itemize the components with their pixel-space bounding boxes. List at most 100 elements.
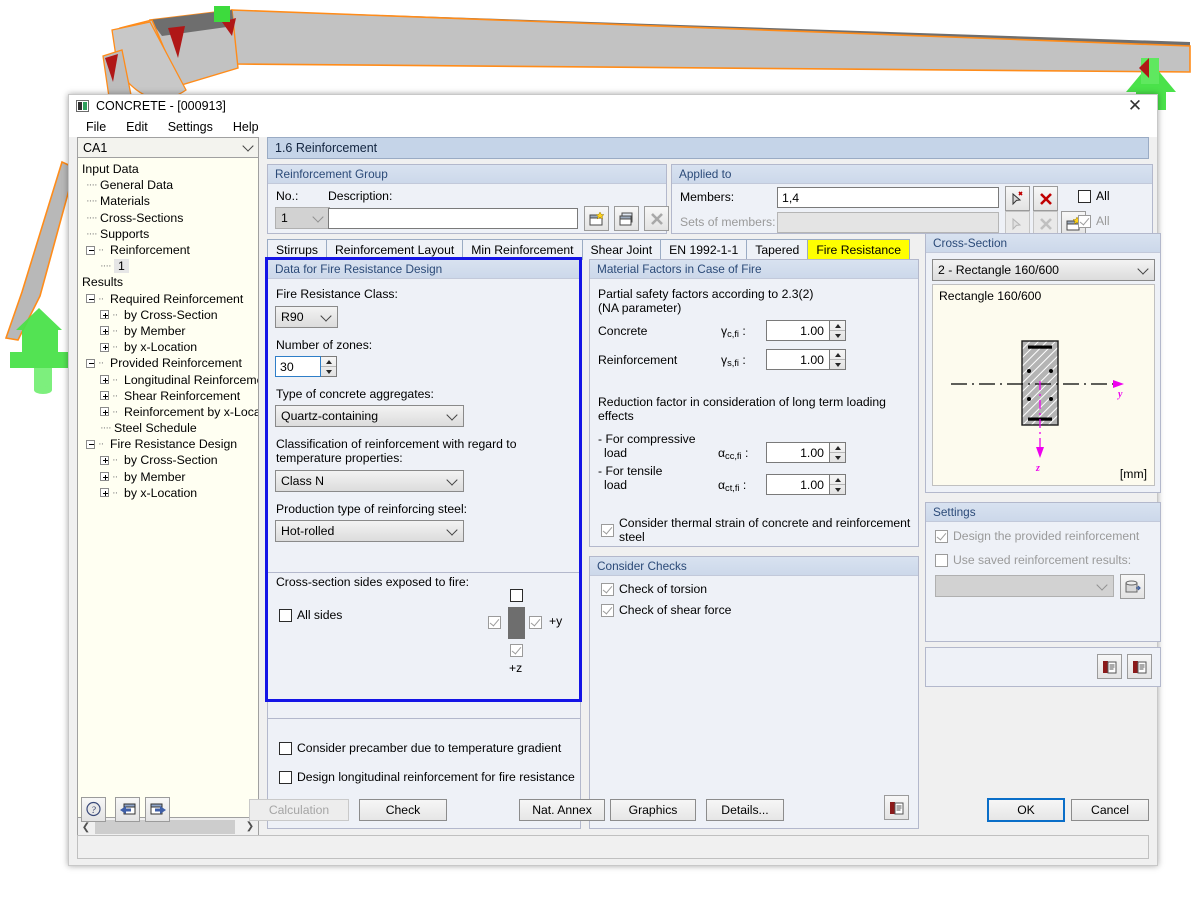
tab-fire-resistance[interactable]: Fire Resistance (807, 239, 910, 260)
sets-of-members-input[interactable] (777, 212, 999, 233)
fire-class-combo[interactable]: R90 (275, 306, 338, 328)
spin-down-icon[interactable] (830, 485, 845, 494)
pick-members-icon[interactable] (1005, 186, 1030, 211)
nav-tree-item[interactable]: ···· Supports (82, 226, 258, 242)
spin-up-icon[interactable] (830, 475, 845, 485)
details-icon[interactable] (1127, 654, 1152, 679)
aggregates-combo[interactable]: Quartz-containing (275, 405, 464, 427)
expand-icon[interactable] (100, 375, 109, 385)
nav-tree-item[interactable]: ·· Fire Resistance Design (82, 436, 258, 452)
compressive-factor-spin[interactable] (830, 442, 846, 463)
database-icon[interactable] (1120, 574, 1145, 599)
nav-tree-item[interactable]: ·· Longitudinal Reinforcement (82, 371, 258, 387)
expand-icon[interactable] (100, 488, 109, 498)
reinforcement-factor-input[interactable]: 1.00 (766, 349, 830, 370)
expand-icon[interactable] (100, 342, 109, 352)
longitudinal-checkbox-row[interactable]: Design longitudinal reinforcement for fi… (279, 770, 575, 784)
shear-force-checkbox[interactable] (601, 603, 614, 617)
production-type-combo[interactable]: Hot-rolled (275, 520, 464, 542)
nav-tree-item[interactable]: ·· by Member (82, 323, 258, 339)
group-description-input[interactable] (328, 208, 578, 229)
side-left-checkbox[interactable] (488, 616, 501, 629)
nav-tree-item[interactable]: Results (82, 274, 258, 290)
spin-up-icon[interactable] (830, 443, 845, 453)
side-bottom-checkbox[interactable] (510, 644, 523, 657)
zones-input[interactable]: 30 (275, 356, 321, 377)
nav-tree-item[interactable]: ·· Provided Reinforcement (82, 355, 258, 371)
next-window-icon[interactable] (145, 797, 170, 822)
zones-spin[interactable] (321, 356, 337, 377)
design-provided-checkbox[interactable] (935, 529, 948, 543)
tensile-factor-input[interactable]: 1.00 (766, 474, 830, 495)
nav-tree-item[interactable]: ···· General Data (82, 177, 258, 193)
side-right-checkbox[interactable] (529, 616, 542, 629)
expand-icon[interactable] (100, 310, 109, 320)
collapse-icon[interactable] (86, 245, 95, 255)
design-provided-checkbox-row[interactable]: Design the provided reinforcement (935, 529, 1139, 543)
reinforcement-factor-stepper[interactable]: 1.00 (766, 349, 846, 370)
nav-tree-item[interactable]: ·· by x-Location (82, 485, 258, 501)
tab-reinforcement-layout[interactable]: Reinforcement Layout (326, 239, 464, 260)
precamber-checkbox-row[interactable]: Consider precamber due to temperature gr… (279, 741, 561, 755)
new-group-icon[interactable] (584, 206, 609, 231)
clear-members-icon[interactable] (1033, 186, 1058, 211)
help-icon[interactable]: ? (81, 797, 106, 822)
nav-tree-item[interactable]: ···· Steel Schedule (82, 420, 258, 436)
thermal-strain-checkbox-row[interactable]: Consider thermal strain of concrete and … (601, 516, 918, 544)
spin-down-icon[interactable] (830, 331, 845, 340)
spin-down-icon[interactable] (321, 367, 336, 376)
tab-shear-joint[interactable]: Shear Joint (581, 239, 662, 260)
details-icon[interactable] (1097, 654, 1122, 679)
zones-stepper[interactable]: 30 (275, 356, 337, 377)
torsion-checkbox-row[interactable]: Check of torsion (601, 582, 707, 596)
nav-tree-item[interactable]: ·· by x-Location (82, 339, 258, 355)
thermal-strain-checkbox[interactable] (601, 523, 614, 537)
spin-up-icon[interactable] (321, 357, 336, 367)
expand-icon[interactable] (100, 326, 109, 336)
side-top-checkbox[interactable] (510, 589, 523, 602)
calculation-button[interactable]: Calculation (249, 799, 349, 821)
nav-tree-item[interactable]: ·· Required Reinforcement (82, 291, 258, 307)
spin-up-icon[interactable] (830, 321, 845, 331)
collapse-icon[interactable] (86, 439, 95, 449)
spin-up-icon[interactable] (830, 350, 845, 360)
nat-annex-button[interactable]: Nat. Annex (519, 799, 605, 821)
compressive-factor-input[interactable]: 1.00 (766, 442, 830, 463)
all-members-checkbox-row[interactable]: All (1078, 189, 1110, 203)
all-members-checkbox[interactable] (1078, 189, 1091, 203)
nav-tree-item[interactable]: ·· by Cross-Section (82, 307, 258, 323)
use-saved-checkbox[interactable] (935, 553, 948, 567)
classification-combo[interactable]: Class N (275, 470, 464, 492)
cross-section-viewport[interactable]: Rectangle 160/600 [mm] y z (932, 284, 1155, 486)
details-button[interactable]: Details... (706, 799, 784, 821)
prev-window-icon[interactable] (115, 797, 140, 822)
nav-tree-item[interactable]: Input Data (82, 161, 258, 177)
tab-min-reinforcement[interactable]: Min Reinforcement (462, 239, 583, 260)
tab-tapered[interactable]: Tapered (746, 239, 809, 260)
spin-down-icon[interactable] (830, 360, 845, 369)
longitudinal-checkbox[interactable] (279, 770, 292, 784)
members-input[interactable]: 1,4 (777, 187, 999, 208)
menu-item-settings[interactable]: Settings (159, 118, 222, 136)
concrete-factor-input[interactable]: 1.00 (766, 320, 830, 341)
expand-icon[interactable] (100, 455, 109, 465)
all-sets-checkbox-row[interactable]: All (1078, 214, 1110, 228)
nav-tree-item[interactable]: ·· Shear Reinforcement (82, 388, 258, 404)
tensile-factor-spin[interactable] (830, 474, 846, 495)
shear-force-checkbox-row[interactable]: Check of shear force (601, 603, 731, 617)
nav-tree-item[interactable]: ·· Reinforcement by x-Location (82, 404, 258, 420)
expand-icon[interactable] (100, 407, 109, 417)
saved-results-combo[interactable] (935, 575, 1114, 597)
collapse-icon[interactable] (86, 294, 95, 304)
nav-tree-item[interactable]: ···· Cross-Sections (82, 210, 258, 226)
reinforcement-factor-spin[interactable] (830, 349, 846, 370)
concrete-factor-spin[interactable] (830, 320, 846, 341)
nav-tree-item[interactable]: ·· Reinforcement (82, 242, 258, 258)
all-sides-checkbox-row[interactable]: All sides (279, 608, 342, 622)
expand-icon[interactable] (100, 472, 109, 482)
menu-item-edit[interactable]: Edit (117, 118, 157, 136)
collapse-icon[interactable] (86, 358, 95, 368)
ok-button[interactable]: OK (987, 798, 1065, 822)
tab-en-1992-1-1[interactable]: EN 1992-1-1 (660, 239, 748, 260)
all-sides-checkbox[interactable] (279, 608, 292, 622)
